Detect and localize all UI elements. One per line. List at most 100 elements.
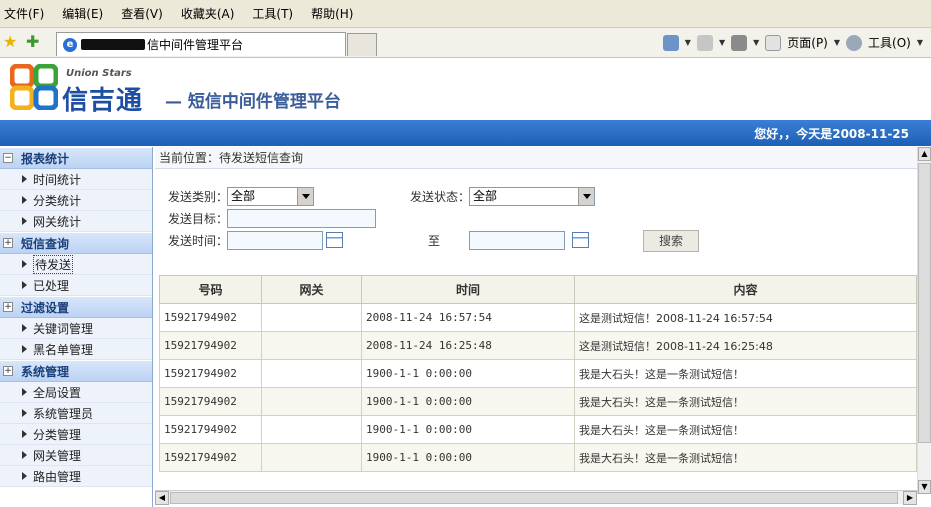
cell-content: 我是大石头！这是一条测试短信！ (574, 359, 917, 388)
chevron-down-icon[interactable]: ▼ (685, 38, 691, 47)
home-icon[interactable] (662, 34, 679, 51)
sidebar-item-time-stats[interactable]: 时间统计 (0, 169, 152, 190)
add-favorite-icon[interactable]: ✚ (26, 33, 39, 51)
sidebar-group-label: 报表统计 (21, 151, 70, 166)
sidebar-item-label: 关键词管理 (33, 321, 94, 336)
search-button[interactable]: 搜索 (643, 230, 699, 252)
column-header-time[interactable]: 时间 (361, 275, 575, 304)
cell-number: 15921794902 (159, 387, 262, 416)
arrow-right-icon (22, 260, 27, 268)
sidebar-item-label: 黑名单管理 (33, 342, 94, 357)
sidebar-item-gateways[interactable]: 网关管理 (0, 445, 152, 466)
scroll-left-icon[interactable]: ◀ (155, 491, 169, 505)
expand-toggle-icon[interactable]: + (3, 302, 13, 312)
table-row[interactable]: 15921794902 2008-11-24 16:57:54 这是测试短信！2… (159, 303, 917, 332)
table-row[interactable]: 15921794902 1900-1-1 0:00:00 我是大石头！这是一条测… (159, 387, 917, 416)
scroll-down-icon[interactable]: ▼ (918, 480, 931, 494)
arrow-right-icon (22, 409, 27, 417)
sidebar-group-system[interactable]: + 系统管理 (0, 360, 152, 382)
redacted-text (81, 39, 145, 50)
column-header-content[interactable]: 内容 (574, 275, 917, 304)
sidebar-group-filter[interactable]: + 过滤设置 (0, 296, 152, 318)
page-menu[interactable]: 页面(P) (787, 34, 828, 51)
calendar-icon[interactable] (572, 232, 589, 248)
sidebar-item-admins[interactable]: 系统管理员 (0, 403, 152, 424)
tab-title: 信中间件管理平台 (147, 38, 244, 52)
browser-command-bar: ▼ ▼ ▼ 页面(P) ▼ 工具(O) ▼ (662, 34, 923, 51)
favorites-star-icon[interactable]: ★ (3, 33, 17, 51)
table-header-row: 号码 网关 时间 内容 (159, 275, 917, 304)
cell-gateway (261, 443, 362, 472)
expand-toggle-icon[interactable]: + (3, 238, 13, 248)
browser-tab[interactable]: e 信中间件管理平台 (56, 32, 346, 56)
expand-toggle-icon[interactable]: + (3, 366, 13, 376)
table-row[interactable]: 15921794902 1900-1-1 0:00:00 我是大石头！这是一条测… (159, 415, 917, 444)
search-form: 发送类别： 全部 发送状态： 全部 发送目标： 发送时间： 至 (155, 180, 917, 258)
chevron-down-icon[interactable]: ▼ (834, 38, 840, 47)
menu-file[interactable]: 文件(F) (4, 5, 44, 22)
sidebar-item-blacklist[interactable]: 黑名单管理 (0, 339, 152, 360)
collapse-toggle-icon[interactable]: − (3, 153, 13, 163)
sidebar-item-gateway-stats[interactable]: 网关统计 (0, 211, 152, 232)
dropdown-arrow-icon[interactable] (297, 188, 313, 205)
table-row[interactable]: 15921794902 1900-1-1 0:00:00 我是大石头！这是一条测… (159, 359, 917, 388)
cell-gateway (261, 303, 362, 332)
scroll-up-icon[interactable]: ▲ (918, 147, 931, 161)
horizontal-scrollbar[interactable]: ◀ ▶ (155, 490, 917, 505)
target-input[interactable] (227, 209, 376, 228)
start-time-input[interactable] (227, 231, 323, 250)
feeds-icon[interactable] (696, 34, 713, 51)
column-header-gateway[interactable]: 网关 (261, 275, 362, 304)
cell-time: 1900-1-1 0:00:00 (361, 443, 575, 472)
arrow-right-icon (22, 281, 27, 289)
menu-view[interactable]: 查看(V) (121, 5, 163, 22)
sms-table: 号码 网关 时间 内容 15921794902 2008-11-24 16:57… (159, 275, 917, 472)
vertical-scrollbar[interactable]: ▲ ▼ (917, 147, 931, 494)
cell-number: 15921794902 (159, 331, 262, 360)
cell-time: 1900-1-1 0:00:00 (361, 359, 575, 388)
sidebar-item-processed[interactable]: 已处理 (0, 275, 152, 296)
chevron-down-icon[interactable]: ▼ (719, 38, 725, 47)
menu-tools[interactable]: 工具(T) (252, 5, 293, 22)
table-row[interactable]: 15921794902 1900-1-1 0:00:00 我是大石头！这是一条测… (159, 443, 917, 472)
menu-help[interactable]: 帮助(H) (311, 5, 353, 22)
scroll-thumb[interactable] (918, 163, 931, 443)
scroll-thumb[interactable] (170, 492, 898, 504)
tools-menu[interactable]: 工具(O) (868, 34, 911, 51)
sidebar-group-sms-query[interactable]: + 短信查询 (0, 232, 152, 254)
time-label: 发送时间： (168, 234, 229, 248)
sidebar-group-reports[interactable]: − 报表统计 (0, 147, 152, 169)
sidebar-item-keywords[interactable]: 关键词管理 (0, 318, 152, 339)
sidebar-group-label: 系统管理 (21, 364, 70, 379)
sidebar-item-category-stats[interactable]: 分类统计 (0, 190, 152, 211)
type-select[interactable]: 全部 (227, 187, 314, 206)
dropdown-arrow-icon[interactable] (578, 188, 594, 205)
logo-chinese: 信吉通 (62, 86, 144, 116)
arrow-right-icon (22, 345, 27, 353)
scroll-right-icon[interactable]: ▶ (903, 491, 917, 505)
end-time-input[interactable] (469, 231, 565, 250)
cell-content: 这是测试短信！2008-11-24 16:25:48 (574, 331, 917, 360)
sidebar-item-routes[interactable]: 路由管理 (0, 466, 152, 487)
chevron-down-icon[interactable]: ▼ (917, 38, 923, 47)
print-icon[interactable] (731, 34, 748, 51)
gear-icon (846, 34, 863, 51)
sidebar-item-label: 分类管理 (33, 427, 82, 442)
sidebar-item-pending[interactable]: 待发送 (0, 254, 152, 275)
menu-edit[interactable]: 编辑(E) (62, 5, 103, 22)
cell-number: 15921794902 (159, 303, 262, 332)
logo-english: Union Stars (66, 68, 132, 79)
cell-gateway (261, 415, 362, 444)
status-select[interactable]: 全部 (469, 187, 595, 206)
column-header-number[interactable]: 号码 (159, 275, 262, 304)
table-row[interactable]: 15921794902 2008-11-24 16:25:48 这是测试短信！2… (159, 331, 917, 360)
chevron-down-icon[interactable]: ▼ (753, 38, 759, 47)
cell-gateway (261, 387, 362, 416)
new-tab-button[interactable] (347, 33, 377, 56)
cell-gateway (261, 359, 362, 388)
sidebar-item-global-settings[interactable]: 全局设置 (0, 382, 152, 403)
menu-favorites[interactable]: 收藏夹(A) (181, 5, 235, 22)
sidebar-item-categories[interactable]: 分类管理 (0, 424, 152, 445)
calendar-icon[interactable] (326, 232, 343, 248)
browser-menubar: 文件(F) 编辑(E) 查看(V) 收藏夹(A) 工具(T) 帮助(H) (0, 0, 931, 28)
